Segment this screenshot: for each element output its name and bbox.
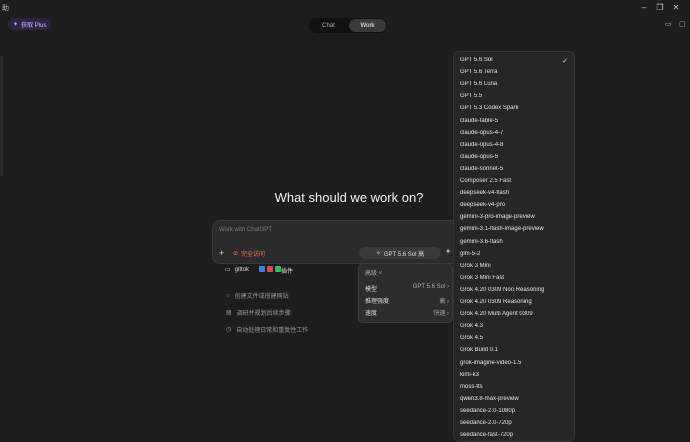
settings-row-label: 速度 <box>365 311 378 317</box>
suggestion-item[interactable]: ○ 创建文件或搭建网站 <box>226 291 289 301</box>
minimize-icon[interactable]: – <box>636 3 652 12</box>
model-dropdown: ✓ GPT 5.6 Sol GPT 5.6 Terra GPT 5.6 Luna GP… <box>453 51 575 442</box>
model-option[interactable]: GPT 5.5 <box>460 93 570 99</box>
model-option[interactable]: Grok 3 Mini <box>460 263 570 269</box>
model-option[interactable]: claude-opus-4-8 <box>460 142 570 148</box>
get-plus-button[interactable]: ✦ 获取 Plus <box>8 18 52 30</box>
access-level-label: 完全访问 <box>241 252 266 258</box>
folder-icon: ▭ <box>225 267 231 273</box>
model-option[interactable]: Composer 2.5 Fast <box>460 178 570 184</box>
model-option[interactable]: claude-opus-4-7 <box>460 130 570 136</box>
model-option[interactable]: claude-sonnet-5 <box>460 166 570 172</box>
model-option[interactable]: GPT 5.6 Sol <box>460 57 570 63</box>
plugin-blue-icon <box>259 266 265 272</box>
model-option[interactable]: grok-imagine-video-1.5 <box>460 360 570 366</box>
workspace-name: gittok <box>234 266 250 273</box>
workspace-selector[interactable]: ▭ gittok <box>225 266 250 274</box>
model-option[interactable]: GPT 5.6 Terra <box>460 69 570 75</box>
model-option[interactable]: gemini-3-pro-image-preview <box>460 214 570 220</box>
plugin-red-icon <box>267 266 273 272</box>
voice-icon[interactable]: ● <box>446 248 450 255</box>
model-option[interactable]: seedance-fast-720p <box>460 432 570 438</box>
window-controls: – ❐ ✕ <box>636 3 684 12</box>
model-settings-menu: 高级 ˅ 模型 GPT 5.6 Sol › 推理强度 高 › 速度 快速 › <box>358 263 453 323</box>
model-option[interactable]: Grok Build 0.1 <box>460 347 570 353</box>
model-option[interactable]: claude-opus-5 <box>460 154 570 160</box>
settings-row-value: 快速 › <box>433 311 449 317</box>
composer-input[interactable]: Work with ChatGPT <box>219 227 272 233</box>
model-option[interactable]: GPT 5.6 Luna <box>460 81 570 87</box>
model-option[interactable]: gemini-3.1-flash-image-preview <box>460 226 570 232</box>
lightbulb-icon: ○ <box>226 292 230 299</box>
plugins-label[interactable]: 插件 <box>281 266 293 275</box>
app-title: 助 <box>2 5 9 12</box>
model-option[interactable]: Grok 4.20 Multi Agent 0309 <box>460 311 570 317</box>
composer[interactable]: Work with ChatGPT + ⊘ 完全访问 ✧ GPT 5.6 Sol… <box>212 220 462 264</box>
model-selector-button[interactable]: ✧ GPT 5.6 Sol 高 <box>359 247 441 259</box>
left-edge-divider <box>0 56 3 176</box>
model-chip-label: GPT 5.6 Sol 高 <box>383 251 425 258</box>
model-option[interactable]: deepseek-v4-pro <box>460 202 570 208</box>
settings-menu-title-label: 高级 <box>365 271 378 277</box>
get-plus-label: 获取 Plus <box>21 22 47 29</box>
panel-icon[interactable]: ▢ <box>679 20 686 28</box>
access-level-button[interactable]: ⊘ 完全访问 <box>233 249 265 258</box>
settings-row-speed[interactable]: 速度 快速 › <box>365 308 449 317</box>
settings-row-model[interactable]: 模型 GPT 5.6 Sol › <box>365 284 449 293</box>
model-option[interactable]: Grok 4.5 <box>460 335 570 341</box>
model-option[interactable]: moss-tts <box>460 384 570 390</box>
suggestion-text: 创建文件或搭建网站 <box>234 294 289 300</box>
warning-icon: ⊘ <box>233 251 239 257</box>
model-icon: ✧ <box>375 250 381 257</box>
add-attachment-icon[interactable]: + <box>219 248 224 258</box>
document-icon: ▤ <box>226 310 232 316</box>
settings-menu-title[interactable]: 高级 ˅ <box>365 268 382 277</box>
close-icon[interactable]: ✕ <box>668 3 684 12</box>
model-option[interactable]: seedance-2.0-720p <box>460 420 570 426</box>
model-option[interactable]: glm-5-2 <box>460 251 570 257</box>
title-bar: 助 ✦ 获取 Plus Chat Work – ❐ ✕ ▭ ▢ <box>0 0 690 48</box>
sidebar-toggle-icon[interactable]: ▭ <box>665 20 672 28</box>
model-option[interactable]: Grok 4.20 0309 Non Reasoning <box>460 287 570 293</box>
model-option[interactable]: Grok 4.3 <box>460 323 570 329</box>
suggestion-item[interactable]: ◷ 自动处理日常和重复性工作 <box>226 325 308 334</box>
suggestion-text: 调研并规划后续步骤 <box>236 311 291 317</box>
mode-tabs: Chat Work <box>309 18 387 33</box>
settings-row-reasoning[interactable]: 推理强度 高 › <box>365 296 449 305</box>
model-option[interactable]: kimi-k3 <box>460 372 570 378</box>
model-option[interactable]: gemini-3.6-flash <box>460 239 570 245</box>
model-option[interactable]: Grok 3 Mini Fast <box>460 275 570 281</box>
plugin-icons[interactable] <box>259 266 281 272</box>
sparkle-icon: ✦ <box>13 21 19 28</box>
model-option[interactable]: claude-fable-5 <box>460 118 570 124</box>
model-option[interactable]: deepseek-v4-flash <box>460 190 570 196</box>
model-option[interactable]: qwen3.8-max-preview <box>460 396 570 402</box>
settings-row-label: 模型 <box>365 287 378 293</box>
suggestion-item[interactable]: ▤ 调研并规划后续步骤 <box>226 308 291 317</box>
suggestion-text: 自动处理日常和重复性工作 <box>236 328 309 334</box>
settings-row-value: 高 › <box>439 299 449 305</box>
model-option[interactable]: GPT 5.3 Codex Spark <box>460 105 570 111</box>
model-option[interactable]: Grok 4.20 0309 Reasoning <box>460 299 570 305</box>
maximize-icon[interactable]: ❐ <box>652 3 668 12</box>
tab-work[interactable]: Work <box>349 19 386 32</box>
settings-row-label: 推理强度 <box>365 299 390 305</box>
tab-chat[interactable]: Chat <box>310 19 347 32</box>
model-option[interactable]: seedance-2.0-1080p <box>460 408 570 414</box>
page-title: What should we work on? <box>274 190 424 205</box>
clock-icon: ◷ <box>226 327 232 333</box>
settings-row-value: GPT 5.6 Sol › <box>412 284 449 290</box>
